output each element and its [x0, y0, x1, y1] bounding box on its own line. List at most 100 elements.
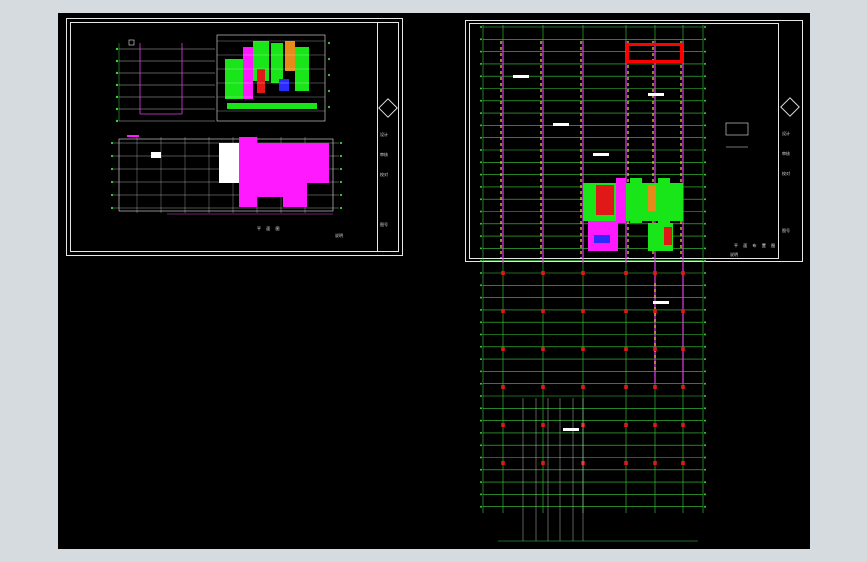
grid-marker — [704, 247, 706, 250]
column-marker — [681, 423, 685, 427]
column-marker — [501, 423, 505, 427]
grid-marker — [480, 173, 482, 176]
grid-marker — [480, 308, 482, 311]
annotation-label — [553, 123, 569, 126]
column-marker — [501, 461, 505, 465]
column-marker — [653, 385, 657, 389]
column-marker — [581, 309, 585, 313]
column-marker — [681, 347, 685, 351]
room-fill-red — [664, 227, 672, 245]
grid-marker — [704, 419, 706, 422]
grid-marker — [704, 112, 706, 115]
grid-marker — [480, 358, 482, 361]
grid-marker — [704, 358, 706, 361]
grid-marker — [704, 468, 706, 471]
selection-highlight-box[interactable] — [626, 43, 683, 63]
grid-marker — [704, 75, 706, 78]
grid-marker — [480, 345, 482, 348]
column-marker — [501, 309, 505, 313]
grid-marker — [704, 308, 706, 311]
column-marker — [541, 309, 545, 313]
grid-marker — [480, 149, 482, 151]
column-marker — [653, 309, 657, 313]
drawing-canvas[interactable]: 设计 审核 校对 图号 平 面 图 说明 设计 审核 校对 图号 平 面 布 置… — [58, 13, 810, 549]
column-marker — [501, 347, 505, 351]
room-fill-green — [658, 178, 670, 223]
grid-marker — [704, 345, 706, 348]
room-fill-magenta — [616, 178, 626, 223]
grid-marker — [480, 124, 482, 127]
column-marker — [624, 385, 628, 389]
grid-marker — [704, 333, 706, 336]
grid-marker — [704, 185, 706, 188]
grid-marker — [480, 75, 482, 78]
column-marker — [624, 309, 628, 313]
floor-plan-drawing — [480, 25, 749, 542]
grid-marker — [704, 149, 706, 151]
grid-marker — [480, 235, 482, 238]
grid-marker — [704, 50, 706, 53]
grid-marker — [480, 456, 482, 459]
grid-marker — [480, 382, 482, 385]
grid-marker — [704, 198, 706, 201]
grid-marker — [480, 444, 482, 447]
column-marker — [541, 347, 545, 351]
grid-marker — [704, 382, 706, 385]
grid-marker — [704, 431, 706, 434]
grid-marker — [704, 26, 706, 28]
grid-marker — [704, 210, 706, 213]
grid-marker — [480, 136, 482, 139]
grid-marker — [480, 272, 482, 274]
grid-marker — [704, 407, 706, 410]
column-marker — [541, 385, 545, 389]
column-marker — [541, 423, 545, 427]
annotation-label — [648, 93, 664, 96]
column-marker — [681, 461, 685, 465]
annotation-label — [653, 301, 669, 304]
grid-marker — [480, 333, 482, 336]
grid-marker — [704, 87, 706, 90]
column-marker — [581, 271, 585, 275]
grid-marker — [480, 321, 482, 324]
grid-marker — [704, 493, 706, 496]
grid-marker — [480, 161, 482, 164]
grid-marker — [704, 370, 706, 373]
grid-marker — [704, 481, 706, 484]
column-marker — [624, 461, 628, 465]
room-fill-red — [596, 185, 614, 215]
column-marker — [624, 347, 628, 351]
grid-marker — [480, 222, 482, 225]
grid-marker — [704, 456, 706, 459]
grid-marker — [480, 493, 482, 496]
column-marker — [581, 385, 585, 389]
grid-marker — [480, 505, 482, 508]
grid-marker — [480, 38, 482, 41]
grid-marker — [480, 50, 482, 53]
grid-marker — [480, 26, 482, 28]
grid-marker — [704, 321, 706, 324]
column-marker — [501, 385, 505, 389]
grid-marker — [704, 62, 706, 65]
grid-marker — [704, 222, 706, 225]
column-marker — [501, 271, 505, 275]
grid-marker — [480, 99, 482, 102]
column-marker — [541, 271, 545, 275]
column-marker — [653, 347, 657, 351]
grid-marker — [480, 481, 482, 484]
grid-marker — [480, 431, 482, 434]
grid-marker — [480, 62, 482, 65]
annotation-label — [513, 75, 529, 78]
room-fill-blue — [594, 235, 610, 243]
column-marker — [653, 461, 657, 465]
column-marker — [681, 385, 685, 389]
grid-marker — [704, 235, 706, 238]
column-marker — [541, 461, 545, 465]
grid-marker — [704, 444, 706, 447]
grid-marker — [480, 468, 482, 471]
grid-marker — [480, 87, 482, 90]
grid-marker — [704, 395, 706, 397]
grid-marker — [480, 370, 482, 373]
grid-marker — [704, 161, 706, 164]
annotation-label — [563, 428, 579, 431]
column-marker — [653, 423, 657, 427]
